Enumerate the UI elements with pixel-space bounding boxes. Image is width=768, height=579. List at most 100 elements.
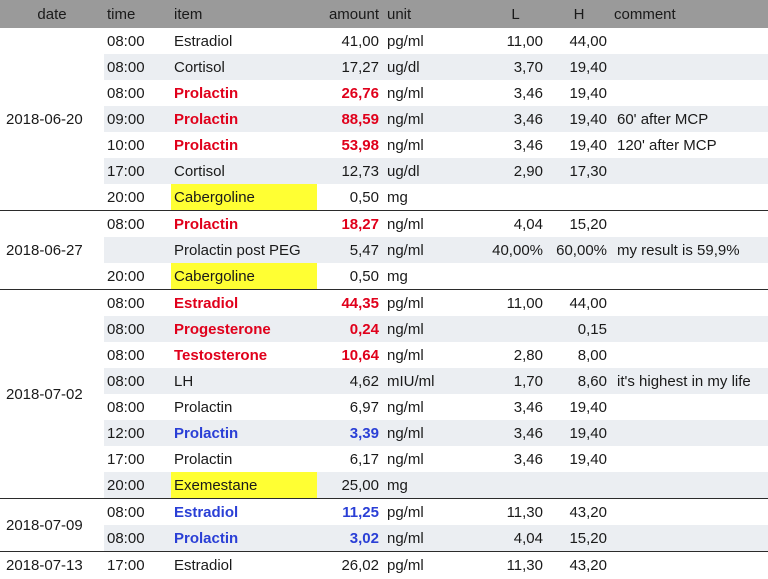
- cell-unit: pg/ml: [384, 498, 484, 525]
- table-row: 2018-06-20 08:00 Estradiol 41,00 pg/ml 11,00 4…: [0, 28, 768, 211]
- cell-comment: it's highest in my life: [611, 368, 768, 394]
- table-row: 08:00 Progesterone 0,24 ng/ml 0,15: [0, 316, 768, 342]
- cell-comment: [611, 446, 768, 472]
- cell-item: Prolactin: [174, 136, 239, 154]
- header-row: date time item amount unit L H comment: [0, 0, 768, 28]
- cell-low: 1,70: [484, 368, 547, 394]
- cell-unit: ug/dl: [384, 54, 484, 80]
- cell-comment: my result is 59,9%: [611, 237, 768, 263]
- cell-unit: ng/ml: [387, 398, 424, 416]
- header-item: item: [171, 0, 317, 28]
- cell-unit: ug/dl: [384, 158, 484, 184]
- table-row: 17:00 Prolactin 6,17 ng/ml 3,46 19,40: [0, 446, 768, 472]
- table-row: 2018-07-09 08:00 Estradiol 11,25 pg/ml 11,30 4…: [0, 498, 768, 552]
- cell-item: Cabergoline: [171, 263, 317, 290]
- cell-high: 15,20: [547, 525, 611, 552]
- cell-item: Cortisol: [171, 158, 317, 184]
- cell-comment: [611, 54, 768, 80]
- header-high: H: [547, 0, 611, 28]
- cell-unit: ng/ml: [384, 420, 484, 446]
- cell-high: [547, 263, 611, 290]
- cell-unit: ng/ml: [387, 136, 424, 154]
- cell-amount: 53,98: [341, 136, 379, 154]
- cell-comment: [611, 342, 768, 368]
- cell-comment: [611, 184, 768, 211]
- cell-amount: 44,35: [317, 289, 384, 316]
- cell-low: 11,00: [506, 32, 543, 50]
- cell-amount: 41,00: [341, 32, 379, 50]
- cell-item: Testosterone: [174, 346, 268, 364]
- cell-date: 2018-06-20: [0, 28, 104, 211]
- cell-amount: 10,64: [341, 346, 379, 364]
- cell-item: Cabergoline: [171, 184, 317, 211]
- cell-item: Prolactin: [171, 420, 317, 446]
- table-row: 20:00 Cabergoline 0,50 mg: [0, 263, 768, 290]
- cell-unit: pg/ml: [387, 32, 424, 50]
- cell-low: 2,80: [513, 346, 543, 364]
- cell-amount: 17,27: [317, 54, 384, 80]
- cell-amount: 0,24: [317, 316, 384, 342]
- cell-item: Prolactin: [171, 525, 317, 552]
- cell-unit: ng/ml: [387, 346, 424, 364]
- header-amount: amount: [317, 0, 384, 28]
- cell-high: 17,30: [547, 158, 611, 184]
- cell-unit: mg: [384, 472, 484, 499]
- cell-comment: [611, 263, 768, 290]
- cell-item: Prolactin post PEG: [171, 237, 317, 263]
- cell-comment: [611, 28, 768, 54]
- cell-amount: 11,25: [317, 498, 384, 525]
- cell-date: 2018-07-13: [0, 551, 104, 578]
- cell-comment: [611, 316, 768, 342]
- cell-amount: 18,27: [317, 210, 384, 237]
- cell-item: LH: [171, 368, 317, 394]
- cell-low: 3,46: [484, 106, 547, 132]
- cell-high: 44,00: [547, 289, 611, 316]
- table-row: 10:00 Prolactin 53,98 ng/ml 3,46 19,40 120' af…: [0, 132, 768, 158]
- cell-time: 08:00: [107, 84, 145, 102]
- cell-time: 08:00: [104, 368, 171, 394]
- cell-time: 10:00: [107, 136, 145, 154]
- header-low: L: [484, 0, 547, 28]
- cell-unit: mg: [387, 188, 408, 206]
- cell-time: 08:00: [104, 289, 171, 316]
- cell-high: 43,20: [547, 551, 611, 578]
- cell-low: 11,00: [484, 289, 547, 316]
- header-unit: unit: [384, 0, 484, 28]
- table-row: 08:00 Testosterone 10,64 ng/ml 2,80 8,00: [0, 342, 768, 368]
- header-comment: comment: [611, 0, 768, 28]
- cell-low: [484, 263, 547, 290]
- cell-high: [547, 184, 611, 211]
- cell-high: 8,00: [577, 346, 607, 364]
- cell-amount: 0,50: [349, 188, 379, 206]
- cell-low: [484, 316, 547, 342]
- cell-amount: 6,17: [349, 450, 379, 468]
- cell-comment: [611, 525, 768, 552]
- table-row: 08:00 Prolactin 3,02 ng/ml 4,04 15,20: [0, 525, 768, 552]
- cell-high: 19,40: [547, 54, 611, 80]
- cell-item: Estradiol: [171, 289, 317, 316]
- cell-time: 12:00: [104, 420, 171, 446]
- cell-unit: mIU/ml: [384, 368, 484, 394]
- cell-time: 20:00: [107, 188, 145, 206]
- cell-date: 2018-07-02: [0, 289, 104, 499]
- cell-time: [104, 237, 171, 263]
- cell-item: Estradiol: [171, 551, 317, 578]
- table-row: 08:00 Prolactin 6,97 ng/ml 3,46 19,40: [0, 394, 768, 420]
- cell-time: 08:00: [104, 210, 171, 237]
- header-date: date: [0, 0, 104, 28]
- cell-amount: 26,76: [341, 84, 379, 102]
- cell-amount: 0,50: [349, 267, 379, 285]
- cell-high: 44,00: [569, 32, 607, 50]
- cell-unit: ng/ml: [387, 84, 424, 102]
- table-row: 09:00 Prolactin 88,59 ng/ml 3,46 19,40 60' aft…: [0, 106, 768, 132]
- cell-time: 08:00: [107, 32, 145, 50]
- cell-time: 09:00: [104, 106, 171, 132]
- cell-unit: pg/ml: [384, 551, 484, 578]
- cell-unit: ng/ml: [384, 525, 484, 552]
- cell-low: 3,46: [513, 398, 543, 416]
- cell-comment: [611, 210, 768, 237]
- cell-amount: 4,62: [317, 368, 384, 394]
- cell-high: 19,40: [569, 136, 607, 154]
- table-row: 17:00 Cortisol 12,73 ug/dl 2,90 17,30: [0, 158, 768, 184]
- cell-high: 8,60: [547, 368, 611, 394]
